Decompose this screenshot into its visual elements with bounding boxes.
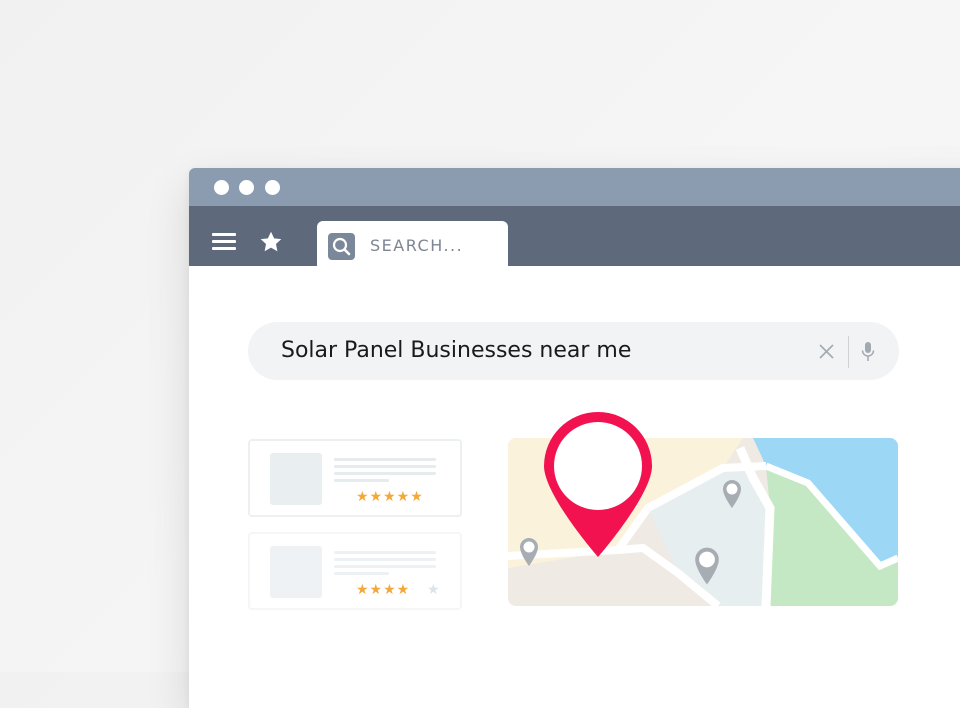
star-icon[interactable] — [258, 229, 284, 255]
search-input[interactable]: Solar Panel Businesses near me — [248, 322, 899, 380]
window-dot[interactable] — [239, 180, 254, 195]
star-rating: ★★★★★ — [356, 489, 424, 505]
placeholder-line — [334, 551, 436, 554]
business-listing-card[interactable]: ★★★★ ★ — [248, 532, 462, 610]
placeholder-line — [334, 565, 436, 568]
search-icon — [328, 233, 355, 260]
browser-tab[interactable]: SEARCH... — [317, 221, 508, 266]
search-query-text[interactable]: Solar Panel Businesses near me — [281, 338, 631, 363]
map-marker-icon[interactable] — [691, 545, 723, 587]
tab-search-label: SEARCH... — [370, 236, 464, 255]
placeholder-line — [334, 472, 436, 475]
placeholder-line — [334, 465, 436, 468]
location-pin-icon[interactable] — [541, 409, 655, 559]
placeholder-line — [334, 458, 436, 461]
map-marker-icon[interactable] — [720, 478, 744, 510]
microphone-icon[interactable] — [860, 340, 876, 364]
close-icon[interactable] — [818, 343, 835, 360]
placeholder-line — [334, 479, 389, 482]
search-divider — [848, 336, 849, 368]
window-dot[interactable] — [214, 180, 229, 195]
business-listing-card[interactable]: ★★★★★ — [248, 439, 462, 517]
browser-window: SEARCH... Solar Panel Businesses near me… — [189, 168, 960, 708]
empty-star-icon: ★ — [427, 582, 441, 598]
placeholder-line — [334, 558, 436, 561]
browser-toolbar: SEARCH... — [189, 206, 960, 266]
map-marker-icon[interactable] — [517, 536, 541, 568]
window-dot[interactable] — [265, 180, 280, 195]
listing-thumbnail — [270, 453, 322, 505]
star-rating: ★★★★ — [356, 582, 411, 598]
placeholder-line — [334, 572, 389, 575]
title-bar — [189, 168, 960, 206]
hamburger-menu-icon[interactable] — [212, 233, 236, 251]
listing-thumbnail — [270, 546, 322, 598]
